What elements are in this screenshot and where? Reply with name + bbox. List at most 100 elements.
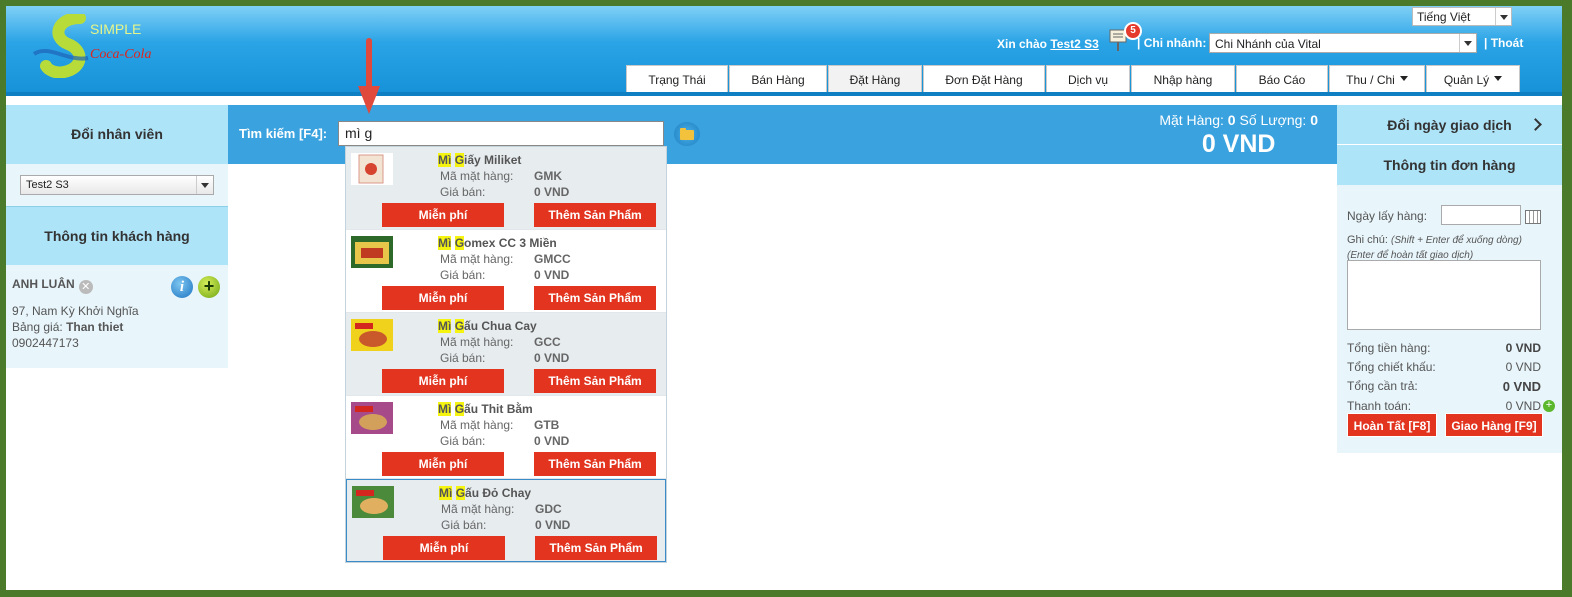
brand-simple: SIMPLE <box>90 21 141 37</box>
tab-bao-cao[interactable]: Báo Cáo <box>1236 65 1328 94</box>
staff-select[interactable]: Test2 S3 <box>20 175 214 195</box>
result-item-selected[interactable]: Mì Gấu Đỏ Chay Mã mặt hàng: GDC Giá bán: 0… <box>346 479 666 562</box>
tab-dat-hang[interactable]: Đặt Hàng <box>828 65 922 94</box>
add-customer-icon[interactable]: + <box>198 276 220 298</box>
code-row: Mã mặt hàng: GCC <box>440 335 561 349</box>
result-item[interactable]: Mì Gomex CC 3 Miền Mã mặt hàng: GMCC Giá … <box>346 230 666 313</box>
add-product-button[interactable]: Thêm Sản Phẩm <box>535 536 657 560</box>
free-button[interactable]: Miễn phí <box>382 286 504 310</box>
language-value: Tiếng Việt <box>1417 10 1471 24</box>
complete-button[interactable]: Hoàn Tất [F8] <box>1347 413 1437 437</box>
free-button[interactable]: Miễn phí <box>382 203 504 227</box>
tab-quan-ly[interactable]: Quản Lý <box>1426 65 1520 94</box>
staff-value: Test2 S3 <box>26 179 69 191</box>
price-row: Giá bán: 0 VND <box>440 434 569 448</box>
price-value: 0 VND <box>534 268 570 282</box>
order-stats: Mặt Hàng: 0 Số Lượng: 0 0 VND <box>1159 112 1318 159</box>
highlight: G <box>455 486 466 500</box>
tab-thu-chi[interactable]: Thu / Chi <box>1329 65 1425 94</box>
result-item[interactable]: Mì Giấy Miliket Mã mặt hàng: GMK Giá bán:… <box>346 147 666 230</box>
add-product-button[interactable]: Thêm Sản Phẩm <box>534 452 656 476</box>
note-hint-1: (Shift + Enter để xuống dòng) <box>1391 235 1522 246</box>
remove-customer-icon[interactable]: ✕ <box>78 280 93 294</box>
branch-label: | Chi nhánh: <box>1137 36 1206 50</box>
qty-label: Số Lượng: <box>1239 112 1307 128</box>
subtotal-label: Tổng tiền hàng: <box>1347 341 1431 355</box>
pickup-date-input[interactable] <box>1441 205 1521 225</box>
highlight: Mì <box>438 236 452 250</box>
paid-label: Thanh toán: <box>1347 399 1412 413</box>
caret-down-icon <box>1494 76 1503 85</box>
result-title: Mì Gomex CC 3 Miền <box>438 236 557 250</box>
tab-nhap-hang[interactable]: Nhập hàng <box>1131 65 1235 94</box>
product-thumbnail <box>351 236 393 268</box>
branch-select[interactable]: Chi Nhánh của Vital <box>1209 33 1477 53</box>
result-item[interactable]: Mì Gấu Thit Bằm Mã mặt hàng: GTB Giá bán:… <box>346 396 666 479</box>
folder-icon[interactable] <box>674 122 700 146</box>
pickup-label: Ngày lấy hàng: <box>1347 209 1428 223</box>
code-value: GDC <box>535 502 562 516</box>
brand-coke: Coca-Cola <box>90 47 151 62</box>
result-title: Mì Giấy Miliket <box>438 153 521 167</box>
code-label: Mã mặt hàng: <box>440 169 514 183</box>
paid-row: Thanh toán: 0 VND + <box>1347 399 1555 413</box>
add-payment-icon[interactable]: + <box>1543 400 1555 412</box>
code-label: Mã mặt hàng: <box>441 502 515 516</box>
order-info-title: Thông tin đơn hàng <box>1337 145 1562 185</box>
tab-ban-hang[interactable]: Bán Hàng <box>729 65 827 94</box>
order-total: 0 VND <box>1201 130 1276 158</box>
customer-phone: 0902447173 <box>12 336 79 350</box>
title-rest: ấu Chua Cay <box>464 319 537 333</box>
add-product-button[interactable]: Thêm Sản Phẩm <box>534 203 656 227</box>
highlight: Mì <box>439 486 453 500</box>
price-list-label: Bảng giá: <box>12 320 63 334</box>
username-link[interactable]: Test2 S3 <box>1050 37 1098 51</box>
logout-link[interactable]: | Thoát <box>1484 36 1523 50</box>
branch-label-text: Chi nhánh: <box>1143 36 1207 50</box>
free-button[interactable]: Miễn phí <box>382 369 504 393</box>
tab-trang-thai[interactable]: Trạng Thái <box>626 65 728 94</box>
customer-title: Thông tin khách hàng <box>6 206 228 265</box>
price-row: Giá bán: 0 VND <box>440 351 569 365</box>
chevron-down-icon <box>1495 8 1511 25</box>
price-label: Giá bán: <box>440 434 486 448</box>
search-input[interactable]: mì g <box>338 121 664 146</box>
result-item[interactable]: Mì Gấu Chua Cay Mã mặt hàng: GCC Giá bán:… <box>346 313 666 396</box>
product-thumbnail <box>351 402 393 434</box>
price-value: 0 VND <box>535 518 571 532</box>
language-select[interactable]: Tiếng Việt <box>1412 7 1512 26</box>
free-button[interactable]: Miễn phí <box>383 536 505 560</box>
change-date-button[interactable]: Đổi ngày giao dịch <box>1337 105 1562 145</box>
notification-button[interactable]: 5 <box>1108 22 1142 52</box>
tab-thu-chi-label: Thu / Chi <box>1346 73 1395 87</box>
free-button[interactable]: Miễn phí <box>382 452 504 476</box>
calendar-icon[interactable] <box>1525 210 1541 224</box>
price-label: Giá bán: <box>440 268 486 282</box>
branch-value: Chi Nhánh của Vital <box>1215 37 1321 51</box>
due-value: 0 VND <box>1502 379 1541 394</box>
code-row: Mã mặt hàng: GMCC <box>440 252 571 266</box>
note-textarea[interactable] <box>1347 260 1541 330</box>
add-product-button[interactable]: Thêm Sản Phẩm <box>534 369 656 393</box>
staff-title: Đổi nhân viên <box>6 105 228 164</box>
note-label: Ghi chú: <box>1347 234 1388 246</box>
product-thumbnail <box>351 319 393 351</box>
ship-button[interactable]: Giao Hàng [F9] <box>1445 413 1543 437</box>
highlight: G <box>454 319 465 333</box>
info-icon[interactable]: i <box>171 276 193 298</box>
search-label: Tìm kiếm [F4]: <box>239 126 328 141</box>
code-value: GTB <box>534 418 560 432</box>
price-row: Giá bán: 0 VND <box>440 185 569 199</box>
branch-separator: | <box>1137 36 1141 50</box>
discount-value: 0 VND <box>1505 360 1541 374</box>
staff-body: Test2 S3 <box>6 164 228 206</box>
tab-don-dat-hang[interactable]: Đơn Đặt Hàng <box>923 65 1045 94</box>
tab-dich-vu[interactable]: Dịch vụ <box>1046 65 1130 94</box>
discount-label: Tổng chiết khấu: <box>1347 360 1436 374</box>
chevron-right-icon <box>1529 118 1542 131</box>
code-value: GMCC <box>534 252 571 266</box>
add-product-button[interactable]: Thêm Sản Phẩm <box>534 286 656 310</box>
code-label: Mã mặt hàng: <box>440 335 514 349</box>
chevron-down-icon <box>1459 34 1476 52</box>
product-thumbnail <box>352 486 394 518</box>
